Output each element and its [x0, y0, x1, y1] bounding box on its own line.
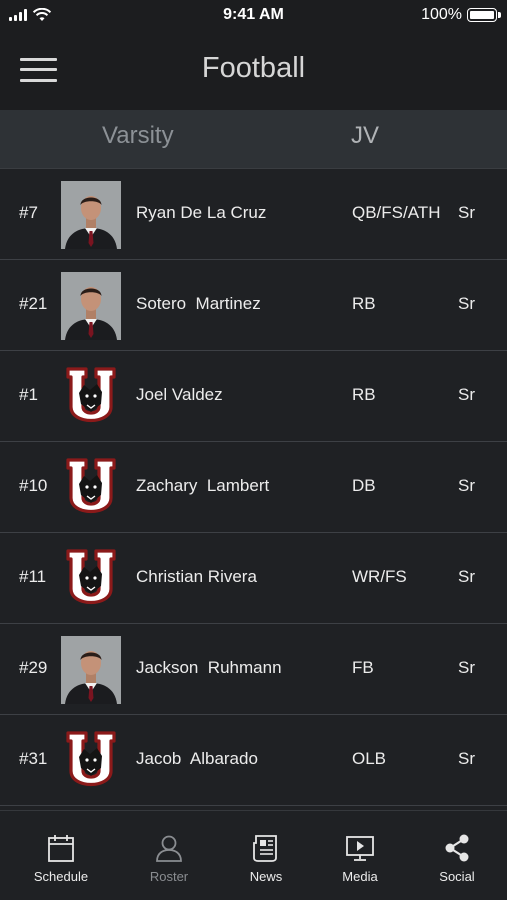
player-position: RB: [352, 294, 376, 313]
player-avatar: [61, 272, 121, 340]
team-logo: [66, 731, 116, 786]
player-year: Sr: [458, 294, 475, 313]
tab-media[interactable]: Media: [310, 833, 410, 884]
player-name: Jackson Ruhmann: [136, 658, 282, 677]
tab-news-label: News: [249, 869, 283, 884]
tab-social-label: Social: [439, 869, 475, 884]
person-icon: [156, 835, 182, 862]
tab-varsity[interactable]: Varsity: [102, 122, 174, 150]
tab-news[interactable]: News: [216, 833, 316, 884]
status-right: 100%: [421, 6, 501, 24]
tab-roster[interactable]: Roster: [119, 833, 219, 884]
player-position: WR/FS: [352, 567, 407, 586]
roster-row[interactable]: #29 Jackson Ruhmann FB Sr: [0, 624, 507, 715]
nav-header: Football: [0, 32, 507, 110]
battery-icon: [467, 8, 501, 22]
player-number: #21: [19, 294, 48, 313]
roster-row[interactable]: #21 Sotero Martinez RB Sr: [0, 260, 507, 351]
tab-schedule[interactable]: Schedule: [11, 833, 111, 884]
team-level-tabs: Varsity JV: [0, 110, 507, 169]
player-avatar: [61, 636, 121, 704]
player-avatar: [61, 545, 121, 613]
player-number: #11: [19, 567, 47, 586]
player-year: Sr: [458, 749, 475, 768]
player-avatar: [61, 363, 121, 431]
player-avatar: [61, 454, 121, 522]
player-position: DB: [352, 476, 376, 495]
player-position: OLB: [352, 749, 387, 768]
share-icon: [445, 834, 469, 862]
player-year: Sr: [458, 385, 475, 404]
player-year: Sr: [458, 567, 475, 586]
player-year: Sr: [458, 203, 475, 222]
player-name: Ryan De La Cruz: [136, 203, 267, 222]
player-photo: [61, 272, 121, 340]
player-position: RB: [352, 385, 376, 404]
player-avatar: [61, 727, 121, 795]
player-name: Christian Rivera: [136, 567, 257, 586]
status-bar: 9:41 AM 100%: [0, 0, 507, 32]
player-name: Joel Valdez: [136, 385, 223, 404]
player-avatar: [61, 181, 121, 249]
bottom-tab-bar: Schedule Roster News Media Social: [0, 810, 507, 900]
roster-row[interactable]: #1 Joel Valdez RB Sr: [0, 351, 507, 442]
player-number: #7: [19, 203, 38, 222]
player-position: QB/FS/ATH: [352, 203, 441, 222]
player-name: Jacob Albarado: [136, 749, 258, 768]
app-root: 9:41 AM 100% Football Varsity JV #7 Ryan…: [0, 0, 507, 900]
team-logo: [66, 367, 116, 422]
team-logo: [66, 549, 116, 604]
calendar-icon: [48, 835, 74, 862]
battery-percent: 100%: [421, 6, 462, 23]
newspaper-icon: [253, 835, 277, 862]
player-year: Sr: [458, 476, 475, 495]
player-name: Sotero Martinez: [136, 294, 261, 313]
page-title: Football: [201, 52, 306, 84]
roster-list: #7 Ryan De La Cruz QB/FS/ATH Sr #21 Sote…: [0, 169, 507, 809]
tab-roster-label: Roster: [149, 869, 189, 884]
tab-media-label: Media: [342, 869, 378, 884]
roster-row[interactable]: #31 Jacob Albarado OLB Sr: [0, 715, 507, 806]
player-number: #29: [19, 658, 48, 677]
player-year: Sr: [458, 658, 475, 677]
player-number: #31: [19, 749, 48, 768]
tab-schedule-label: Schedule: [33, 869, 89, 884]
tab-jv[interactable]: JV: [351, 122, 379, 150]
player-position: FB: [352, 658, 374, 677]
team-logo: [66, 458, 116, 513]
roster-row[interactable]: #11 Christian Rivera WR/FS Sr: [0, 533, 507, 624]
media-play-icon: [346, 836, 374, 861]
roster-row[interactable]: #10 Zachary Lambert DB Sr: [0, 442, 507, 533]
player-photo: [61, 181, 121, 249]
roster-row[interactable]: #7 Ryan De La Cruz QB/FS/ATH Sr: [0, 169, 507, 260]
player-number: #10: [19, 476, 48, 495]
player-name: Zachary Lambert: [136, 476, 270, 495]
player-photo: [61, 636, 121, 704]
player-number: #1: [19, 385, 38, 404]
tab-social[interactable]: Social: [407, 833, 507, 884]
